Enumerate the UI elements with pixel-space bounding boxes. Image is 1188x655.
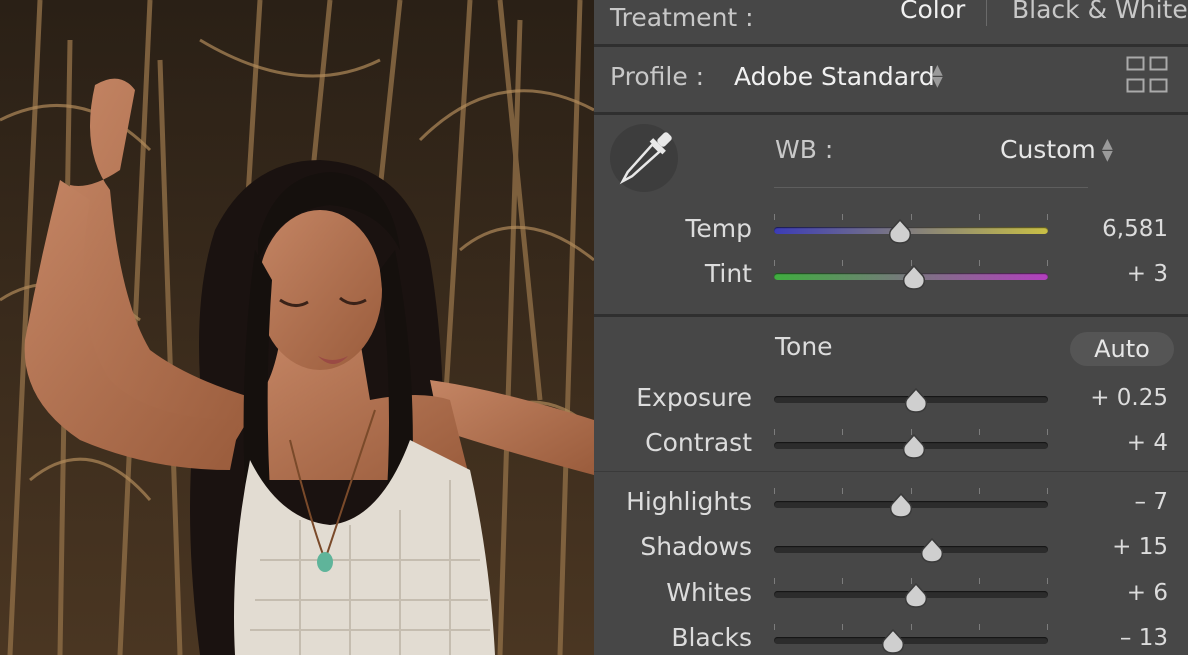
profile-dropdown[interactable]: Adobe Standard (734, 62, 935, 92)
slider-tick (1047, 624, 1048, 630)
whites-label: Whites (666, 578, 752, 607)
slider-tick (1047, 488, 1048, 494)
blacks-slider-thumb[interactable] (882, 628, 905, 655)
slider-tick (911, 624, 912, 630)
whites-slider-thumb[interactable] (905, 582, 928, 609)
grid-icon[interactable] (1126, 56, 1168, 94)
treatment-bw-option[interactable]: Black & White (1012, 0, 1188, 25)
auto-button-label: Auto (1094, 335, 1150, 363)
shadows-label: Shadows (640, 532, 752, 561)
shadows-slider-thumb[interactable] (920, 537, 943, 564)
contrast-slider-thumb[interactable] (902, 433, 925, 460)
temp-value[interactable]: 6,581 (1058, 214, 1168, 244)
slider-tick (979, 578, 980, 584)
highlights-value[interactable]: – 7 (1058, 487, 1168, 517)
temp-label: Temp (685, 214, 752, 243)
slider-tick (774, 488, 775, 494)
blacks-value[interactable]: – 13 (1058, 623, 1168, 653)
develop-panel: Treatment : Color Black & White Profile … (594, 0, 1188, 655)
slider-tick (1047, 260, 1048, 266)
exposure-slider-thumb[interactable] (905, 387, 928, 414)
temp-slider-thumb[interactable] (888, 218, 912, 245)
slider-tick (774, 429, 775, 435)
slider-tick (774, 624, 775, 630)
treatment-color-option[interactable]: Color (900, 0, 965, 25)
slider-tick (1047, 214, 1048, 220)
slider-tick (842, 260, 843, 266)
tint-label: Tint (704, 259, 752, 288)
section-divider (594, 44, 1188, 47)
slider-tick (1047, 429, 1048, 435)
blacks-label: Blacks (671, 623, 752, 652)
shadows-slider-track[interactable] (774, 546, 1048, 553)
blacks-ticks (774, 624, 1048, 630)
slider-tick (774, 260, 775, 266)
exposure-value[interactable]: + 0.25 (1058, 383, 1168, 413)
treatment-label: Treatment : (610, 3, 754, 32)
photo-preview (0, 0, 594, 655)
tint-value[interactable]: + 3 (1058, 259, 1168, 289)
tint-slider-thumb[interactable] (902, 264, 925, 291)
shadows-value[interactable]: + 15 (1058, 532, 1168, 562)
auto-button[interactable]: Auto (1070, 332, 1174, 366)
section-divider (594, 471, 1188, 472)
highlights-slider-thumb[interactable] (890, 492, 913, 519)
wb-stepper-icon[interactable]: ▲ ▼ (1102, 137, 1113, 163)
slider-tick (979, 214, 980, 220)
slider-tick (1047, 578, 1048, 584)
profile-stepper-icon[interactable]: ▲ ▼ (932, 63, 943, 89)
slider-tick (842, 624, 843, 630)
slider-tick (774, 578, 775, 584)
wb-dropdown[interactable]: Custom (1000, 135, 1096, 165)
slider-tick (979, 260, 980, 266)
contrast-label: Contrast (645, 428, 752, 457)
section-divider (594, 112, 1188, 115)
contrast-value[interactable]: + 4 (1058, 428, 1168, 458)
slider-tick (979, 488, 980, 494)
tone-heading: Tone (775, 332, 833, 361)
exposure-label: Exposure (636, 383, 752, 412)
slider-tick (774, 214, 775, 220)
section-divider (594, 314, 1188, 317)
wb-label: WB : (775, 135, 834, 164)
blacks-slider-track[interactable] (774, 637, 1048, 644)
slider-tick (842, 214, 843, 220)
treatment-divider (986, 0, 987, 26)
slider-tick (842, 429, 843, 435)
slider-tick (842, 578, 843, 584)
slider-tick (979, 429, 980, 435)
wb-underline (774, 187, 1088, 188)
slider-tick (842, 488, 843, 494)
highlights-label: Highlights (626, 487, 752, 516)
slider-tick (979, 624, 980, 630)
profile-label: Profile : (610, 62, 705, 91)
whites-value[interactable]: + 6 (1058, 578, 1168, 608)
eyedropper-icon[interactable] (608, 124, 680, 196)
slider-tick (911, 214, 912, 220)
